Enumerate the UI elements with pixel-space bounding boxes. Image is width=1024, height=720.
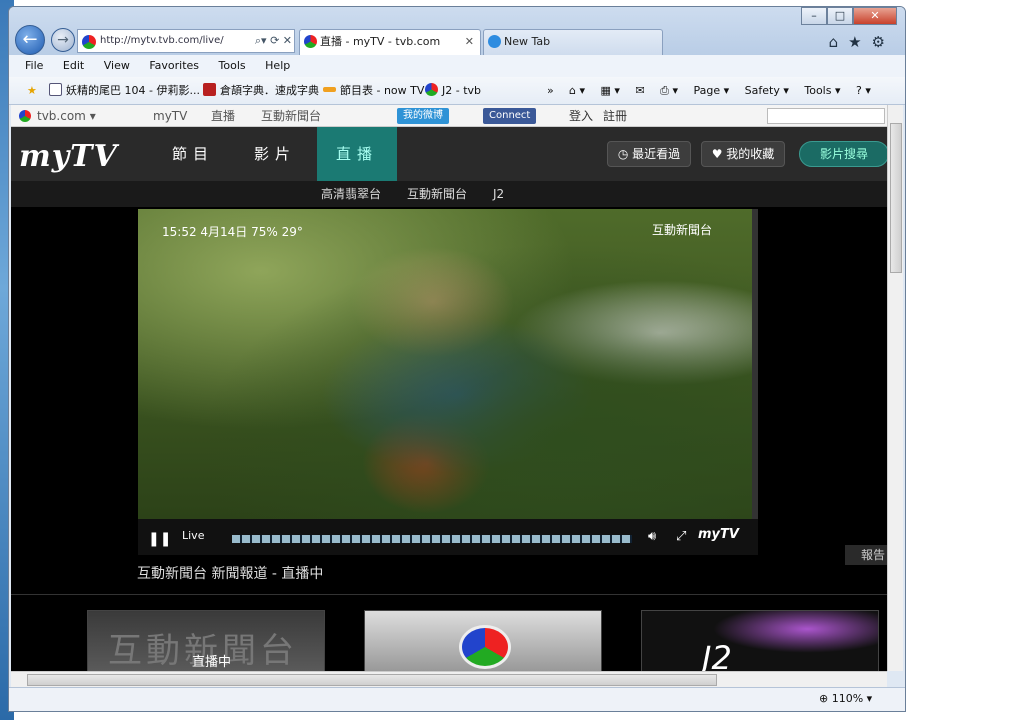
register-link[interactable]: 註冊 [603, 105, 627, 127]
horizontal-scrollbar[interactable] [11, 671, 887, 687]
recently-watched-button[interactable]: ◷ 最近看過 [607, 141, 691, 167]
live-now-label: 直播中 [192, 655, 232, 670]
channel-subnav: 高清翡翠台 互動新聞台 J2 [11, 181, 887, 207]
close-window-button[interactable]: ✕ [853, 7, 897, 25]
live-progress-bar[interactable] [232, 535, 632, 543]
weibo-button[interactable]: 我的微博 [397, 108, 449, 124]
now-playing-title: 互動新聞台 新聞報道 - 直播中 [137, 566, 324, 582]
favorites-bar: ★ 妖精的尾巴 104 - 伊莉影... 倉頡字典．速成字典 節目表 - now… [9, 77, 905, 105]
nav-videos[interactable]: 影片 [235, 127, 315, 181]
chevron-more-icon[interactable]: » [547, 77, 554, 105]
toolbar-icons[interactable]: ⌂★⚙ [829, 33, 895, 51]
window-controls: – □ ✕ [801, 7, 897, 25]
mytv-header: myTV 節目 影片 直播 ◷ 最近看過 ♥ 我的收藏 影片搜尋 [11, 127, 887, 181]
mail-icon[interactable]: ✉ [635, 84, 644, 97]
menu-tools[interactable]: Tools [219, 59, 246, 72]
login-link[interactable]: 登入 [569, 105, 593, 127]
print-icon[interactable]: ⎙ ▾ [660, 84, 678, 97]
zoom-level[interactable]: ⊕ 110% ▾ [819, 692, 872, 705]
browser-titlebar: – □ ✕ ← → http://mytv.tvb.com/live/ ⌕▾ ⟳… [9, 7, 905, 55]
nav-live[interactable]: 直播 [317, 127, 397, 181]
safety-menu[interactable]: Safety ▾ [745, 84, 789, 97]
ie-tab-icon [488, 35, 501, 48]
scroll-thumb[interactable] [890, 123, 902, 273]
thumbnail-news-channel[interactable]: 互動新聞台 直播中 [87, 610, 325, 671]
channel-watermark: 互動新聞台 [651, 223, 712, 237]
menu-bar: File Edit View Favorites Tools Help [9, 55, 905, 77]
live-label: Live [182, 529, 205, 542]
menu-view[interactable]: View [104, 59, 130, 72]
browser-window: – □ ✕ ← → http://mytv.tvb.com/live/ ⌕▾ ⟳… [8, 6, 906, 712]
divider [11, 594, 887, 595]
my-favorites-button[interactable]: ♥ 我的收藏 [701, 141, 785, 167]
tvb-site-icon [82, 35, 96, 49]
player-controls: ❚❚ Live 🔊︎ ⤢ myTV [138, 519, 758, 555]
favorites-star-icon[interactable]: ★ [27, 77, 37, 105]
video-search-button[interactable]: 影片搜尋 [799, 141, 887, 167]
channel-hd-jade[interactable]: 高清翡翠台 [321, 181, 381, 207]
thumbnail-j2[interactable]: J2 [641, 610, 879, 671]
menu-file[interactable]: File [25, 59, 43, 72]
breadcrumb-live[interactable]: 直播 [211, 105, 235, 127]
favorite-link[interactable]: 倉頡字典．速成字典 [203, 77, 319, 105]
tvb-site-bar: tvb.com ▾ myTV 直播 互動新聞台 我的微博 Connect 登入 … [11, 105, 887, 127]
help-icon[interactable]: ? ▾ [856, 84, 871, 97]
history-icon: ◷ [617, 147, 633, 161]
tvb-home-link[interactable]: tvb.com ▾ [19, 105, 96, 127]
tvb-logo-icon [19, 110, 31, 122]
home-icon[interactable]: ⌂ ▾ [569, 84, 585, 97]
site-search-input[interactable] [767, 108, 885, 124]
fullscreen-icon[interactable]: ⤢ [676, 529, 686, 544]
tvb-tab-icon [304, 35, 317, 48]
address-bar[interactable]: http://mytv.tvb.com/live/ ⌕▾ ⟳ ✕ [77, 29, 295, 53]
forward-button[interactable]: → [51, 28, 75, 52]
thumbnail-tvb[interactable] [364, 610, 602, 671]
channel-news[interactable]: 互動新聞台 [407, 181, 467, 207]
volume-icon[interactable]: 🔊︎ [648, 529, 656, 544]
menu-help[interactable]: Help [265, 59, 290, 72]
tvb-logo-icon [459, 625, 511, 669]
video-player[interactable]: 15:52 4月14日 75% 29° 互動新聞台 ❚❚ Live 🔊︎ ⤢ m… [138, 209, 758, 555]
breadcrumb-mytv[interactable]: myTV [153, 105, 187, 127]
breadcrumb-channel[interactable]: 互動新聞台 [261, 105, 321, 127]
tab-live-mytv[interactable]: 直播 - myTV - tvb.com ✕ [299, 29, 481, 55]
tools-menu[interactable]: Tools ▾ [804, 84, 840, 97]
tab-new[interactable]: New Tab [483, 29, 663, 55]
vertical-scrollbar[interactable] [887, 105, 903, 671]
report-button[interactable]: 報告 [845, 545, 887, 565]
feeds-icon[interactable]: ▦ ▾ [601, 84, 620, 97]
zoom-icon: ⊕ [819, 692, 832, 705]
favorite-link[interactable]: 妖精的尾巴 104 - 伊莉影... [49, 77, 200, 105]
tab-label: 直播 - myTV - tvb.com [320, 35, 441, 48]
command-bar: ⌂ ▾ ▦ ▾ ✉ ⎙ ▾ Page ▾ Safety ▾ Tools ▾ ? … [569, 77, 883, 105]
scroll-thumb[interactable] [27, 674, 717, 686]
minimize-button[interactable]: – [801, 7, 827, 25]
mytv-live-logo: myTV [698, 527, 739, 542]
video-frame[interactable]: 15:52 4月14日 75% 29° 互動新聞台 [138, 209, 752, 519]
j2-logo: J2 [702, 639, 732, 671]
address-text: http://mytv.tvb.com/live/ [100, 35, 224, 46]
blank-area [908, 0, 1024, 720]
mytv-logo[interactable]: myTV [19, 139, 118, 174]
back-button[interactable]: ← [15, 25, 45, 55]
pause-icon[interactable]: ❚❚ [148, 531, 171, 547]
status-bar: ⊕ 110% ▾ [9, 687, 905, 711]
maximize-button[interactable]: □ [827, 7, 853, 25]
heart-icon: ♥ [711, 147, 727, 161]
favorite-link[interactable]: 節目表 - now TV [323, 77, 424, 105]
menu-favorites[interactable]: Favorites [149, 59, 199, 72]
nav-programs[interactable]: 節目 [153, 127, 233, 181]
video-hud-info: 15:52 4月14日 75% 29° [162, 225, 303, 239]
facebook-connect-button[interactable]: Connect [483, 108, 537, 124]
address-bar-icons[interactable]: ⌕▾ ⟳ ✕ [255, 30, 292, 52]
page-menu[interactable]: Page ▾ [693, 84, 729, 97]
menu-edit[interactable]: Edit [63, 59, 84, 72]
page-content: tvb.com ▾ myTV 直播 互動新聞台 我的微博 Connect 登入 … [11, 105, 887, 671]
favorite-link[interactable]: J2 - tvb [425, 77, 481, 105]
channel-j2[interactable]: J2 [493, 181, 504, 207]
tab-label: New Tab [504, 35, 551, 48]
close-tab-icon[interactable]: ✕ [465, 30, 474, 54]
